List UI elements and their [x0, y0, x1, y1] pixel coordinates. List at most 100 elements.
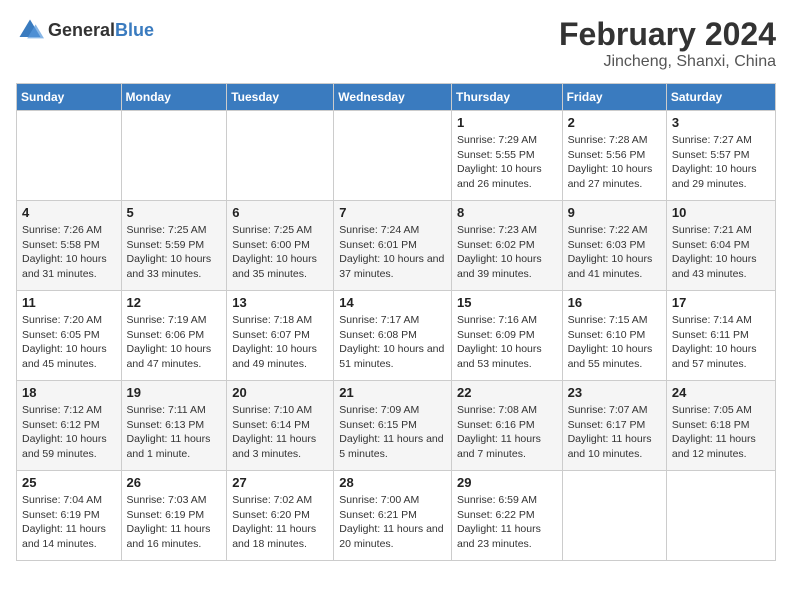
col-tuesday: Tuesday	[227, 84, 334, 111]
day-info: Sunrise: 7:20 AMSunset: 6:05 PMDaylight:…	[22, 313, 116, 372]
day-number: 12	[127, 295, 222, 310]
table-row	[562, 471, 666, 561]
day-number: 18	[22, 385, 116, 400]
logo-general: General	[48, 20, 115, 40]
logo-blue: Blue	[115, 20, 154, 40]
day-info: Sunrise: 7:16 AMSunset: 6:09 PMDaylight:…	[457, 313, 557, 372]
logo: GeneralBlue	[16, 16, 154, 44]
day-info: Sunrise: 7:25 AMSunset: 5:59 PMDaylight:…	[127, 223, 222, 282]
day-info: Sunrise: 7:24 AMSunset: 6:01 PMDaylight:…	[339, 223, 446, 282]
table-row: 25 Sunrise: 7:04 AMSunset: 6:19 PMDayligh…	[17, 471, 122, 561]
calendar-week-4: 18Sunrise: 7:12 AMSunset: 6:12 PMDayligh…	[17, 381, 776, 471]
day-number: 7	[339, 205, 446, 220]
table-row: 11 Sunrise: 7:20 AMSunset: 6:05 PMDayligh…	[17, 291, 122, 381]
day-number: 2	[568, 115, 661, 130]
calendar-header-row: Sunday Monday Tuesday Wednesday Thursday…	[17, 84, 776, 111]
calendar-week-1: 1Sunrise: 7:29 AMSunset: 5:55 PMDaylight…	[17, 111, 776, 201]
day-number: 3	[672, 115, 770, 130]
day-info: Sunrise: 7:23 AMSunset: 6:02 PMDaylight:…	[457, 223, 557, 282]
day-info: Sunrise: 7:10 AMSunset: 6:14 PMDaylight:…	[232, 403, 328, 462]
table-row	[334, 111, 452, 201]
day-number: 27	[232, 475, 328, 490]
table-row	[227, 111, 334, 201]
day-number: 22	[457, 385, 557, 400]
day-number: 19	[127, 385, 222, 400]
logo-text: GeneralBlue	[48, 20, 154, 41]
day-number: 4	[22, 205, 116, 220]
day-number: 15	[457, 295, 557, 310]
table-row: 3 Sunrise: 7:27 AMSunset: 5:57 PMDaylight…	[666, 111, 775, 201]
table-row	[121, 111, 227, 201]
day-number: 17	[672, 295, 770, 310]
table-row: 15 Sunrise: 7:16 AMSunset: 6:09 PMDayligh…	[451, 291, 562, 381]
day-number: 14	[339, 295, 446, 310]
table-row: 5 Sunrise: 7:25 AMSunset: 5:59 PMDaylight…	[121, 201, 227, 291]
table-row: 20 Sunrise: 7:10 AMSunset: 6:14 PMDayligh…	[227, 381, 334, 471]
calendar-table: Sunday Monday Tuesday Wednesday Thursday…	[16, 83, 776, 561]
calendar-week-5: 25 Sunrise: 7:04 AMSunset: 6:19 PMDayligh…	[17, 471, 776, 561]
calendar-week-2: 4 Sunrise: 7:26 AMSunset: 5:58 PMDaylight…	[17, 201, 776, 291]
day-number: 28	[339, 475, 446, 490]
day-info: Sunrise: 7:17 AMSunset: 6:08 PMDaylight:…	[339, 313, 446, 372]
day-info: Sunrise: 7:04 AMSunset: 6:19 PMDaylight:…	[22, 493, 116, 552]
day-info: Sunrise: 7:18 AMSunset: 6:07 PMDaylight:…	[232, 313, 328, 372]
table-row: 2Sunrise: 7:28 AMSunset: 5:56 PMDaylight…	[562, 111, 666, 201]
day-info: Sunrise: 7:11 AMSunset: 6:13 PMDaylight:…	[127, 403, 222, 462]
day-number: 11	[22, 295, 116, 310]
table-row: 8 Sunrise: 7:23 AMSunset: 6:02 PMDaylight…	[451, 201, 562, 291]
calendar-week-3: 11 Sunrise: 7:20 AMSunset: 6:05 PMDayligh…	[17, 291, 776, 381]
table-row	[17, 111, 122, 201]
col-wednesday: Wednesday	[334, 84, 452, 111]
col-saturday: Saturday	[666, 84, 775, 111]
day-info: Sunrise: 7:27 AMSunset: 5:57 PMDaylight:…	[672, 133, 770, 192]
table-row: 24 Sunrise: 7:05 AMSunset: 6:18 PMDayligh…	[666, 381, 775, 471]
day-number: 23	[568, 385, 661, 400]
table-row: 14 Sunrise: 7:17 AMSunset: 6:08 PMDayligh…	[334, 291, 452, 381]
table-row: 18Sunrise: 7:12 AMSunset: 6:12 PMDayligh…	[17, 381, 122, 471]
table-row: 12Sunrise: 7:19 AMSunset: 6:06 PMDayligh…	[121, 291, 227, 381]
day-info: Sunrise: 7:03 AMSunset: 6:19 PMDaylight:…	[127, 493, 222, 552]
table-row: 9Sunrise: 7:22 AMSunset: 6:03 PMDaylight…	[562, 201, 666, 291]
day-info: Sunrise: 7:07 AMSunset: 6:17 PMDaylight:…	[568, 403, 661, 462]
day-number: 20	[232, 385, 328, 400]
day-info: Sunrise: 6:59 AMSunset: 6:22 PMDaylight:…	[457, 493, 557, 552]
day-info: Sunrise: 7:05 AMSunset: 6:18 PMDaylight:…	[672, 403, 770, 462]
table-row: 19 Sunrise: 7:11 AMSunset: 6:13 PMDayligh…	[121, 381, 227, 471]
day-number: 9	[568, 205, 661, 220]
day-info: Sunrise: 7:26 AMSunset: 5:58 PMDaylight:…	[22, 223, 116, 282]
day-info: Sunrise: 7:00 AMSunset: 6:21 PMDaylight:…	[339, 493, 446, 552]
table-row: 21Sunrise: 7:09 AMSunset: 6:15 PMDayligh…	[334, 381, 452, 471]
day-number: 5	[127, 205, 222, 220]
table-row: 28 Sunrise: 7:00 AMSunset: 6:21 PMDayligh…	[334, 471, 452, 561]
day-info: Sunrise: 7:14 AMSunset: 6:11 PMDaylight:…	[672, 313, 770, 372]
table-row: 22 Sunrise: 7:08 AMSunset: 6:16 PMDayligh…	[451, 381, 562, 471]
day-info: Sunrise: 7:21 AMSunset: 6:04 PMDaylight:…	[672, 223, 770, 282]
day-info: Sunrise: 7:08 AMSunset: 6:16 PMDaylight:…	[457, 403, 557, 462]
table-row: 4 Sunrise: 7:26 AMSunset: 5:58 PMDaylight…	[17, 201, 122, 291]
col-friday: Friday	[562, 84, 666, 111]
table-row: 7 Sunrise: 7:24 AMSunset: 6:01 PMDaylight…	[334, 201, 452, 291]
table-row: 29Sunrise: 6:59 AMSunset: 6:22 PMDayligh…	[451, 471, 562, 561]
table-row: 6Sunrise: 7:25 AMSunset: 6:00 PMDaylight…	[227, 201, 334, 291]
day-number: 1	[457, 115, 557, 130]
title-block: February 2024 Jincheng, Shanxi, China	[559, 16, 776, 71]
col-sunday: Sunday	[17, 84, 122, 111]
table-row: 1Sunrise: 7:29 AMSunset: 5:55 PMDaylight…	[451, 111, 562, 201]
col-thursday: Thursday	[451, 84, 562, 111]
day-number: 6	[232, 205, 328, 220]
logo-icon	[16, 16, 44, 44]
day-info: Sunrise: 7:15 AMSunset: 6:10 PMDaylight:…	[568, 313, 661, 372]
day-number: 13	[232, 295, 328, 310]
calendar-title: February 2024	[559, 16, 776, 53]
col-monday: Monday	[121, 84, 227, 111]
day-number: 25	[22, 475, 116, 490]
day-info: Sunrise: 7:02 AMSunset: 6:20 PMDaylight:…	[232, 493, 328, 552]
day-number: 24	[672, 385, 770, 400]
day-number: 16	[568, 295, 661, 310]
table-row: 27 Sunrise: 7:02 AMSunset: 6:20 PMDayligh…	[227, 471, 334, 561]
table-row: 16 Sunrise: 7:15 AMSunset: 6:10 PMDayligh…	[562, 291, 666, 381]
table-row: 23 Sunrise: 7:07 AMSunset: 6:17 PMDayligh…	[562, 381, 666, 471]
day-number: 8	[457, 205, 557, 220]
page-header: GeneralBlue February 2024 Jincheng, Shan…	[16, 16, 776, 71]
calendar-subtitle: Jincheng, Shanxi, China	[559, 53, 776, 71]
